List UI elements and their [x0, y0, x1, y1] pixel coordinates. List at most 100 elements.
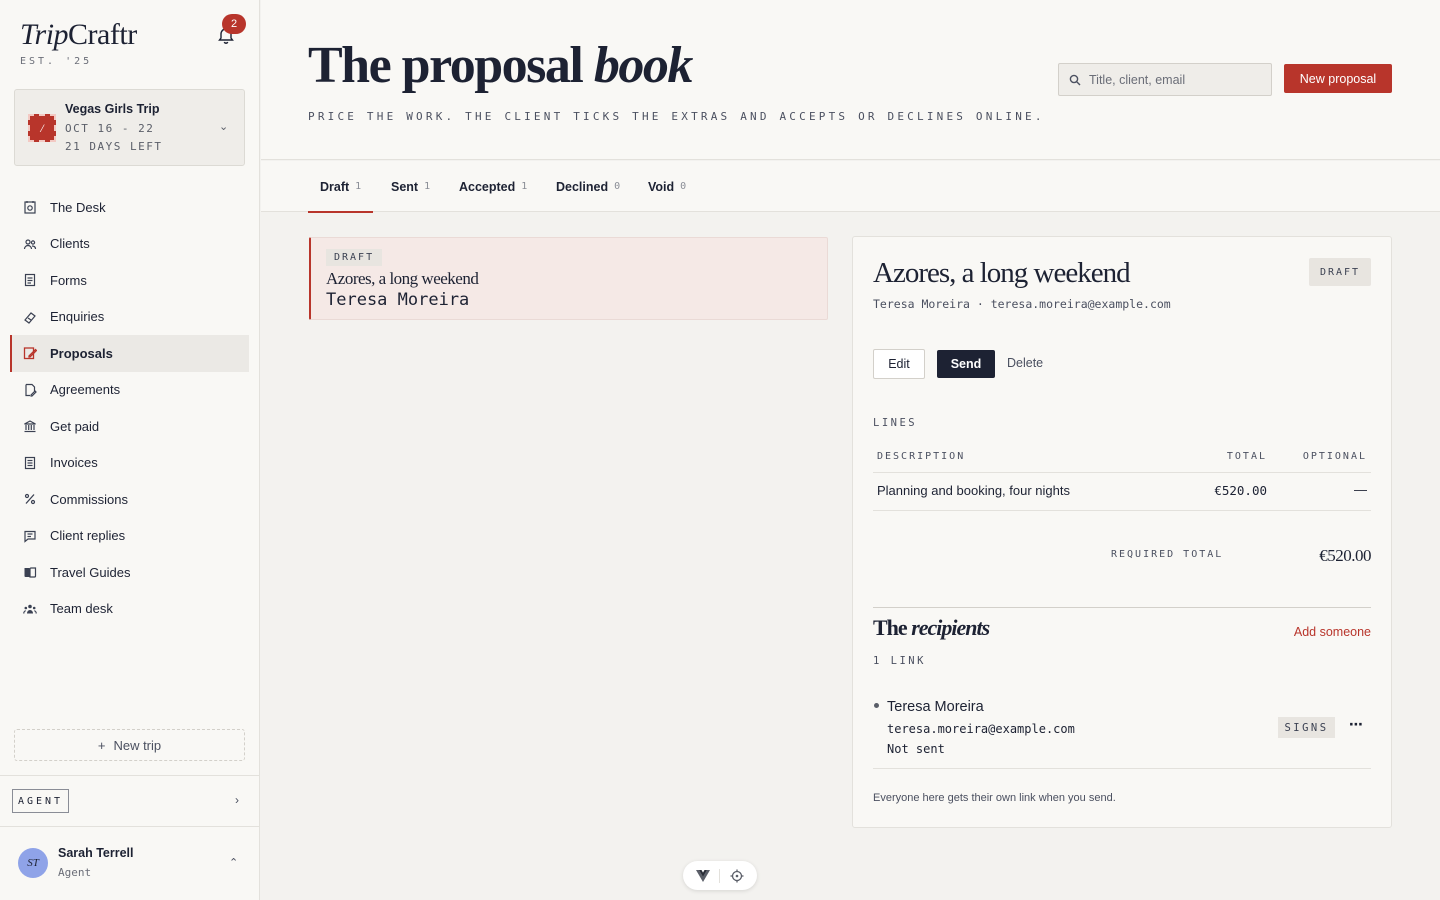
tab-draft[interactable]: Draft 1	[307, 161, 374, 213]
proposal-list-item[interactable]: DRAFT Azores, a long weekend Teresa More…	[309, 237, 828, 320]
new-trip-button[interactable]: + New trip	[14, 729, 245, 761]
recipient-name: Teresa Moreira	[887, 699, 984, 715]
search-input[interactable]	[1089, 72, 1259, 87]
sidebar: TripCraftr EST. '25 2 / Vegas Girls Trip…	[0, 0, 260, 900]
enquiries-icon	[22, 309, 38, 325]
tab-count: 1	[521, 181, 528, 192]
chevron-down-icon: ⌄	[219, 121, 229, 133]
tab-void[interactable]: Void 0	[648, 161, 686, 212]
user-name: Sarah Terrell	[58, 846, 134, 860]
notification-count-badge: 2	[222, 14, 246, 34]
divider	[0, 775, 260, 776]
forms-icon	[22, 272, 38, 288]
sidebar-item-label: Agreements	[50, 382, 121, 398]
detail-title: Azores, a long weekend	[873, 257, 1131, 289]
trip-days-left: 21 DAYS LEFT	[65, 140, 163, 153]
message-icon	[22, 528, 38, 544]
page-subtitle: PRICE THE WORK. THE CLIENT TICKS THE EXT…	[308, 110, 1045, 123]
add-recipient-link[interactable]: Add someone	[1294, 625, 1371, 639]
sidebar-item-clients[interactable]: Clients	[10, 226, 249, 263]
tab-count: 1	[355, 181, 362, 192]
vue-logo-icon[interactable]	[695, 869, 710, 882]
sidebar-item-team-desk[interactable]: Team desk	[10, 591, 249, 628]
sidebar-item-label: The Desk	[50, 199, 106, 215]
brand-established: EST. '25	[20, 56, 93, 67]
plus-icon: +	[97, 737, 106, 753]
sidebar-item-invoices[interactable]: Invoices	[10, 445, 249, 482]
send-button[interactable]: Send	[937, 350, 995, 378]
sidebar-item-agreements[interactable]: Agreements	[10, 372, 249, 409]
sidebar-item-label: Forms	[50, 272, 87, 288]
status-badge: DRAFT	[1309, 258, 1371, 286]
sidebar-item-label: Get paid	[50, 418, 100, 434]
agreements-icon	[22, 382, 38, 398]
tab-sent[interactable]: Sent 1	[391, 161, 430, 212]
sidebar-item-travel-guides[interactable]: Travel Guides	[10, 554, 249, 591]
book-icon	[22, 564, 38, 580]
tab-label: Accepted	[459, 179, 516, 194]
divider	[873, 768, 1371, 769]
desk-icon	[22, 199, 38, 215]
user-role: Agent	[58, 866, 92, 879]
recipient-status: Not sent	[887, 742, 945, 756]
tab-label: Draft	[320, 179, 350, 194]
sidebar-item-the-desk[interactable]: The Desk	[10, 189, 249, 226]
brand-logo[interactable]: TripCraftr	[20, 18, 137, 52]
chevron-up-icon[interactable]: ⌃	[229, 856, 238, 869]
tab-accepted[interactable]: Accepted 1	[459, 161, 527, 212]
column-optional: OPTIONAL	[1302, 451, 1367, 462]
tab-declined[interactable]: Declined 0	[556, 161, 620, 212]
delete-button[interactable]: Delete	[1007, 356, 1043, 370]
tab-count: 0	[680, 181, 687, 192]
status-badge: DRAFT	[326, 249, 383, 266]
team-icon	[22, 601, 38, 617]
sidebar-item-forms[interactable]: Forms	[10, 262, 249, 299]
sidebar-item-label: Enquiries	[50, 309, 105, 325]
bank-icon	[22, 418, 38, 434]
recipient-role-badge[interactable]: SIGNS	[1278, 717, 1335, 738]
tab-label: Declined	[556, 179, 609, 194]
required-total-value: €520.00	[1319, 546, 1371, 565]
recipient-email: teresa.moreira@example.com	[887, 722, 1075, 736]
sidebar-nav: The Desk Clients Forms Enquiries Proposa…	[10, 189, 249, 627]
crosshair-icon[interactable]	[730, 869, 744, 883]
trip-stamp-icon: /	[28, 114, 56, 142]
sidebar-item-client-replies[interactable]: Client replies	[10, 518, 249, 555]
tab-label: Sent	[391, 179, 419, 194]
avatar[interactable]: ST	[18, 848, 48, 878]
invoices-icon	[22, 455, 38, 471]
divider	[873, 607, 1371, 608]
agent-mode-button[interactable]: AGENT	[12, 789, 69, 813]
new-proposal-button[interactable]: New proposal	[1284, 64, 1392, 93]
trip-dates: OCT 16 - 22	[65, 122, 155, 135]
percent-icon	[22, 491, 38, 507]
page-header: The proposal book PRICE THE WORK. THE CL…	[261, 0, 1440, 160]
sidebar-item-proposals[interactable]: Proposals	[10, 335, 249, 372]
sidebar-item-get-paid[interactable]: Get paid	[10, 408, 249, 445]
proposal-detail-panel: Azores, a long weekend DRAFT Teresa More…	[852, 236, 1392, 828]
brand-name-rest: Craftr	[68, 18, 137, 51]
tab-label: Void	[648, 179, 675, 194]
more-options-icon[interactable]: ⋯	[1349, 716, 1364, 733]
dev-toolbar	[683, 861, 757, 890]
new-trip-label: New trip	[113, 737, 162, 753]
lines-table-header: DESCRIPTION TOTAL OPTIONAL	[873, 447, 1371, 473]
brand-name-italic: Trip	[20, 18, 69, 51]
chevron-right-icon[interactable]: ›	[235, 793, 239, 807]
sidebar-item-label: Invoices	[50, 455, 98, 471]
sidebar-item-enquiries[interactable]: Enquiries	[10, 299, 249, 336]
proposal-client: Teresa Moreira	[326, 290, 470, 310]
search-box[interactable]	[1058, 63, 1272, 96]
sidebar-item-commissions[interactable]: Commissions	[10, 481, 249, 518]
recipient-bullet-icon	[874, 703, 879, 708]
line-total: €520.00	[1214, 483, 1267, 498]
divider	[719, 868, 721, 883]
recipients-heading-regular: The	[873, 615, 912, 640]
edit-button[interactable]: Edit	[873, 349, 925, 379]
sidebar-item-label: Client replies	[50, 528, 126, 544]
clients-icon	[22, 236, 38, 252]
required-total-label: REQUIRED TOTAL	[1111, 549, 1224, 560]
column-description: DESCRIPTION	[877, 451, 966, 462]
trip-selector[interactable]: / Vegas Girls Trip OCT 16 - 22 21 DAYS L…	[14, 89, 245, 166]
link-count: 1 LINK	[873, 655, 926, 667]
